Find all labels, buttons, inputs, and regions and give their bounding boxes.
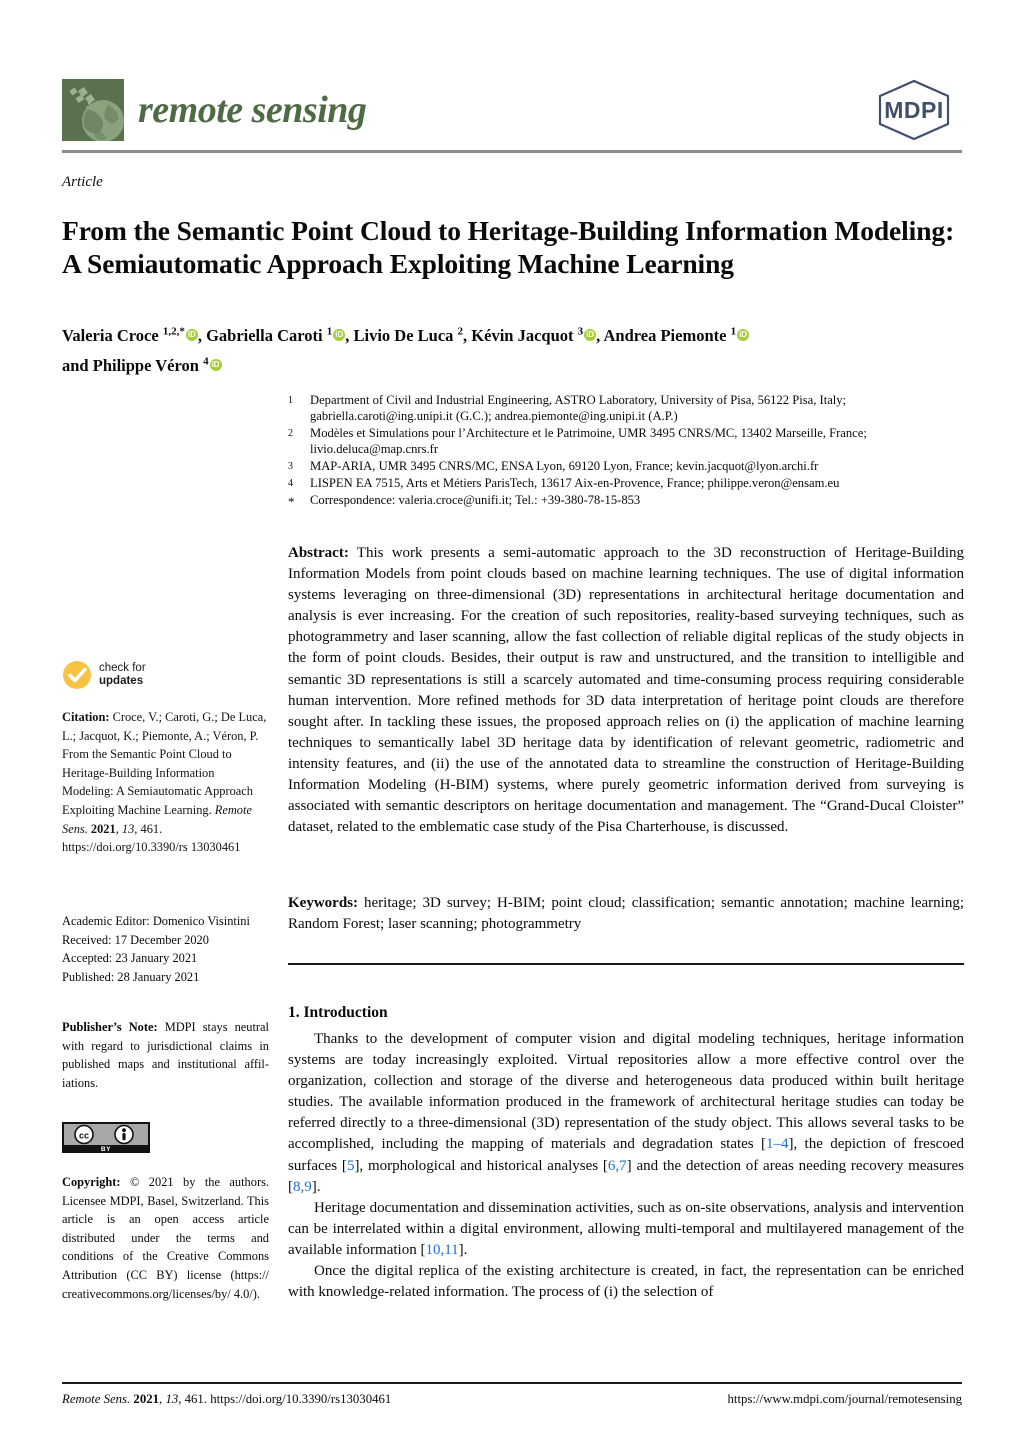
svg-text:cc: cc (79, 1131, 89, 1141)
affiliation-list: 1 Department of Civil and Industrial Engi… (288, 392, 964, 511)
affiliation-marker: 4 (288, 478, 293, 490)
orcid-icon[interactable]: iD (185, 328, 198, 341)
published-date: Published: 28 January 2021 (62, 969, 200, 984)
article-type-label: Article (62, 174, 103, 190)
body-paragraph: Once the digital replica of the existing… (288, 1263, 964, 1301)
footer-journal: Remote Sens. (62, 1392, 131, 1406)
footer-rest: , 461. https://doi.org/10.3390/rs1303046… (178, 1392, 392, 1406)
author-name: Kévin Jacquot (471, 325, 578, 345)
creative-commons-by-icon: cc BY (62, 1122, 150, 1153)
affiliation-marker: 2 (288, 427, 293, 439)
author-name: Valeria Croce (62, 325, 163, 345)
copyright-block: Copyright: © 2021 by the authors. Licens… (62, 1173, 269, 1303)
affiliation-text: Correspondence: valeria.croce@unifi.it; … (310, 493, 641, 508)
journal-name: remote sensing (138, 89, 367, 131)
check-for-updates-text: check for updates (99, 662, 146, 688)
satellite-globe-icon (62, 79, 124, 141)
author-affiliation-marker: 4 (203, 355, 209, 368)
body-paragraph: Heritage documentation and dissemination… (288, 1199, 964, 1258)
citation-reference-link[interactable]: 6,7 (608, 1158, 627, 1174)
affiliation-marker: 3 (288, 460, 293, 472)
keywords-label: Keywords: (288, 895, 358, 911)
publishers-note-label: Publisher’s Note: (62, 1020, 158, 1034)
page-title: From the Semantic Point Cloud to Heritag… (62, 215, 955, 280)
affiliation-row: 3 MAP-ARIA, UMR 3495 CNRS/MC, ENSA Lyon, … (288, 458, 964, 475)
affiliation-text: Modèles et Simulations pour l’Architectu… (310, 425, 867, 457)
keywords-text: heritage; 3D survey; H-BIM; point cloud;… (288, 895, 964, 933)
page-footer: Remote Sens. 2021, 13, 461. https://doi.… (62, 1392, 962, 1407)
affiliation-marker: 1 (288, 395, 293, 406)
author-name: Philippe Véron (92, 356, 204, 375)
editorial-dates: Academic Editor: Domenico Visintini Rece… (62, 912, 269, 986)
journal-brand: remote sensing (62, 79, 367, 141)
header-divider (62, 150, 962, 153)
keywords: Keywords: heritage; 3D survey; H-BIM; po… (288, 893, 964, 935)
citation-text-1: Croce, V.; Caroti, G.; De Luca, L.; Jacq… (62, 710, 267, 817)
author-list: Valeria Croce 1,2,* iD, Gabriella Caroti … (62, 325, 750, 375)
orcid-icon[interactable]: iD (209, 359, 222, 371)
sidebar: check for updates Citation: Croce, V.; C… (62, 660, 269, 857)
section-heading-introduction: 1. Introduction (288, 1004, 388, 1021)
footer-divider (62, 1382, 962, 1384)
footer-url: https://www.mdpi.com/journal/remotesensi… (727, 1392, 962, 1406)
affiliation-text: Department of Civil and Industrial Engin… (310, 393, 847, 424)
received-date: Received: 17 December 2020 (62, 932, 209, 947)
footer-volume: 13 (165, 1392, 179, 1406)
orcid-icon[interactable]: iD (333, 328, 346, 341)
author-affiliation-marker: 1 (326, 325, 333, 337)
accepted-date: Accepted: 23 January 2021 (62, 951, 198, 966)
affiliation-row: 2 Modèles et Simulations pour l’Architect… (288, 425, 964, 458)
affiliation-row: 4 LISPEN EA 7515, Arts et Métiers ParisTe… (288, 475, 964, 492)
academic-editor: Academic Editor: Domenico Visintini (62, 914, 250, 928)
svg-text:BY: BY (101, 1146, 111, 1153)
citation-volume: 13 (121, 821, 135, 836)
citation-block: Citation: Croce, V.; Caroti, G.; De Luca… (62, 708, 269, 857)
svg-text:MDPI: MDPI (884, 97, 944, 123)
check-for-updates-line1: check for (99, 662, 146, 674)
affiliation-row: * Correspondence: valeria.croce@unifi.it;… (288, 492, 964, 510)
keywords-divider (288, 963, 964, 965)
citation-reference-link[interactable]: 10,11 (425, 1242, 458, 1258)
mdpi-logo: MDPI (878, 79, 950, 141)
citation-reference-link[interactable]: 8,9 (293, 1179, 312, 1195)
paper-page: remote sensing MDPI Article From the Sem… (0, 0, 1020, 1442)
affiliation-row: 1 Department of Civil and Industrial Engi… (288, 392, 964, 425)
citation-reference-link[interactable]: 5 (347, 1158, 355, 1174)
author-name: Andrea Piemonte (603, 325, 731, 345)
citation-reference-link[interactable]: 1–4 (766, 1136, 789, 1152)
author-affiliation-marker: 1,2,* (162, 325, 185, 337)
citation-year: 2021 (87, 821, 116, 836)
footer-citation: Remote Sens. 2021, 13, 461. https://doi.… (62, 1392, 391, 1407)
copyright-label: Copyright: (62, 1175, 121, 1189)
introduction-body: Thanks to the development of computer vi… (288, 1029, 964, 1303)
author-name: Livio De Luca (353, 325, 458, 345)
affiliation-marker: * (288, 494, 295, 510)
author-affiliation-marker: 3 (577, 325, 584, 337)
orcid-icon[interactable]: iD (737, 328, 750, 341)
abstract: Abstract: This work presents a semi-auto… (288, 543, 964, 838)
author-name: Gabriella Caroti (206, 325, 327, 345)
footer-year: 2021 (130, 1392, 160, 1406)
affiliation-text: LISPEN EA 7515, Arts et Métiers ParisTec… (310, 476, 840, 491)
masthead: remote sensing MDPI (62, 72, 962, 148)
body-paragraph: Thanks to the development of computer vi… (288, 1031, 964, 1195)
orcid-icon[interactable]: iD (584, 328, 597, 341)
abstract-text: This work presents a semi-automatic appr… (288, 545, 964, 836)
author-affiliation-marker: 1 (730, 325, 737, 337)
check-circle-icon (63, 661, 91, 689)
check-for-updates-line2: updates (99, 675, 144, 687)
author-affiliation-marker: 2 (457, 325, 464, 337)
check-for-updates-badge[interactable]: check for updates (62, 660, 269, 690)
copyright-text: © 2021 by the authors. Licensee MDPI, Ba… (62, 1175, 269, 1301)
affiliation-text: MAP-ARIA, UMR 3495 CNRS/MC, ENSA Lyon, 6… (310, 458, 819, 473)
citation-label: Citation: (62, 710, 110, 724)
abstract-label: Abstract: (288, 545, 349, 561)
publishers-note: Publisher’s Note: MDPI stays neutral wit… (62, 1018, 269, 1092)
